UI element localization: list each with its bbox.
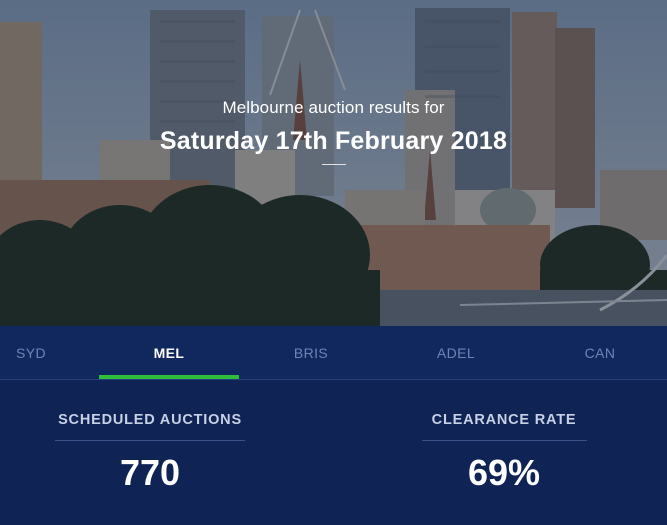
scheduled-auctions-stat: SCHEDULED AUCTIONS 770	[55, 411, 245, 493]
tab-label: BRIS	[293, 345, 329, 361]
tab-label: MEL	[153, 345, 185, 361]
tab-can[interactable]: CAN	[530, 326, 667, 380]
stat-label: CLEARANCE RATE	[431, 412, 577, 428]
auction-results-card: Melbourne auction results for Saturday 1…	[0, 0, 667, 525]
stat-value: 770	[119, 452, 181, 493]
hero-heading: Melbourne auction results for Saturday 1…	[0, 96, 667, 165]
stat-divider	[421, 440, 587, 441]
clearance-rate-stat: CLEARANCE RATE 69%	[409, 411, 599, 493]
tab-adel[interactable]: ADEL	[386, 326, 526, 380]
hero-title: Saturday 17th February 2018	[159, 127, 508, 155]
auction-stats: SCHEDULED AUCTIONS 770 CLEARANCE RATE 69…	[0, 381, 667, 525]
active-tab-indicator	[99, 375, 239, 379]
stat-label: SCHEDULED AUCTIONS	[58, 412, 242, 428]
city-tabs: SYD MEL BRIS ADEL CAN	[0, 326, 667, 380]
tab-mel[interactable]: MEL	[99, 326, 239, 380]
tab-bris[interactable]: BRIS	[241, 326, 381, 380]
hero-cityscape-image: Melbourne auction results for Saturday 1…	[0, 0, 667, 326]
tab-syd[interactable]: SYD	[0, 326, 101, 380]
hero-subtitle: Melbourne auction results for	[222, 98, 445, 117]
tab-label: ADEL	[436, 345, 476, 361]
tab-label: CAN	[584, 345, 616, 361]
tab-label: SYD	[16, 345, 46, 361]
stat-value: 69%	[467, 452, 541, 493]
hero-divider	[321, 164, 346, 165]
stat-divider	[55, 440, 245, 441]
